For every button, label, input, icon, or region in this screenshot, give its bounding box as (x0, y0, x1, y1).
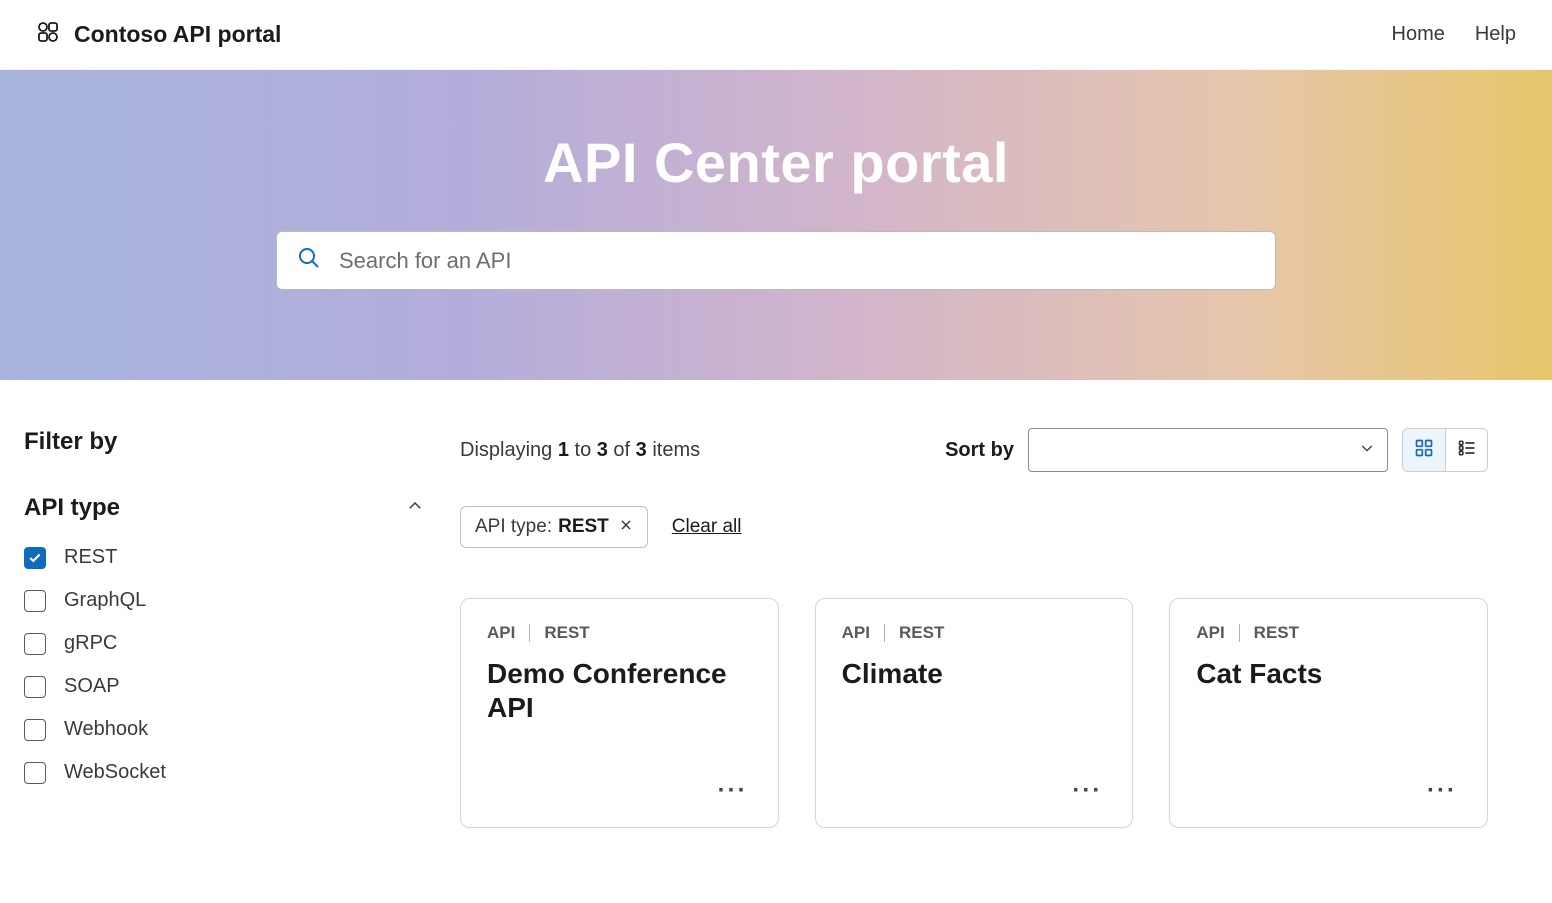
nav-links: Home Help (1392, 23, 1517, 46)
checkbox-icon (24, 762, 46, 784)
facet-item-webhook[interactable]: Webhook (24, 718, 424, 741)
card-tags: API REST (842, 623, 1107, 643)
active-filters: API type: REST Clear all (460, 506, 1488, 548)
more-options-button[interactable]: ··· (1423, 773, 1461, 809)
facet-label: WebSocket (64, 761, 166, 784)
api-card[interactable]: API REST Demo Conference API ··· (460, 598, 779, 828)
remove-chip-button[interactable] (615, 516, 633, 538)
list-icon (1457, 438, 1477, 463)
results-section: Displaying 1 to 3 of 3 items Sort by (460, 428, 1528, 828)
card-title: Demo Conference API (487, 657, 752, 724)
nav-link-help[interactable]: Help (1475, 23, 1516, 46)
filter-chip-api-type: API type: REST (460, 506, 648, 548)
facet-header-api-type[interactable]: API type (24, 494, 424, 522)
facet-item-websocket[interactable]: WebSocket (24, 761, 424, 784)
facet-item-rest[interactable]: REST (24, 546, 424, 569)
grid-view-button[interactable] (1403, 429, 1445, 471)
facet-label: SOAP (64, 675, 120, 698)
checkbox-icon (24, 590, 46, 612)
facet-label: gRPC (64, 632, 117, 655)
facet-item-soap[interactable]: SOAP (24, 675, 424, 698)
nav-link-home[interactable]: Home (1392, 23, 1445, 46)
brand[interactable]: Contoso API portal (36, 20, 281, 49)
card-grid: API REST Demo Conference API ··· API RES… (460, 598, 1488, 828)
view-toggle (1402, 428, 1488, 472)
card-title: Cat Facts (1196, 657, 1461, 691)
search-input[interactable] (339, 248, 1255, 274)
separator (884, 624, 885, 642)
facet-item-graphql[interactable]: GraphQL (24, 589, 424, 612)
results-toolbar: Displaying 1 to 3 of 3 items Sort by (460, 428, 1488, 472)
card-title: Climate (842, 657, 1107, 691)
more-options-button[interactable]: ··· (714, 773, 752, 809)
list-view-button[interactable] (1445, 429, 1487, 471)
checkbox-icon (24, 633, 46, 655)
hero-banner: API Center portal (0, 70, 1552, 380)
facet-label: Webhook (64, 718, 148, 741)
brand-title: Contoso API portal (74, 21, 281, 48)
sort-select[interactable] (1028, 428, 1388, 472)
card-tags: API REST (487, 623, 752, 643)
api-card[interactable]: API REST Cat Facts ··· (1169, 598, 1488, 828)
facet-label: GraphQL (64, 589, 146, 612)
clear-all-button[interactable]: Clear all (672, 516, 742, 538)
checkbox-icon (24, 719, 46, 741)
card-tags: API REST (1196, 623, 1461, 643)
facet-list: REST GraphQL gRPC SOAP Webhook WebSocket (24, 546, 424, 784)
separator (1239, 624, 1240, 642)
results-count: Displaying 1 to 3 of 3 items (460, 439, 700, 462)
sort-label: Sort by (945, 439, 1014, 462)
search-icon (297, 246, 321, 275)
brand-icon (36, 20, 60, 49)
chevron-down-icon (1359, 440, 1375, 461)
checkbox-icon (24, 676, 46, 698)
more-options-button[interactable]: ··· (1068, 773, 1106, 809)
main-content: Filter by API type REST GraphQL (0, 380, 1552, 868)
facet-label: REST (64, 546, 117, 569)
chevron-up-icon (406, 497, 424, 520)
hero-title: API Center portal (0, 130, 1552, 195)
grid-icon (1414, 438, 1434, 463)
facet-title: API type (24, 494, 120, 522)
filter-by-title: Filter by (24, 428, 424, 456)
separator (529, 624, 530, 642)
api-card[interactable]: API REST Climate ··· (815, 598, 1134, 828)
facet-item-grpc[interactable]: gRPC (24, 632, 424, 655)
checkbox-icon (24, 547, 46, 569)
top-nav: Contoso API portal Home Help (0, 0, 1552, 70)
sort-group: Sort by (945, 428, 1488, 472)
filter-sidebar: Filter by API type REST GraphQL (24, 428, 424, 828)
search-container (276, 231, 1276, 290)
